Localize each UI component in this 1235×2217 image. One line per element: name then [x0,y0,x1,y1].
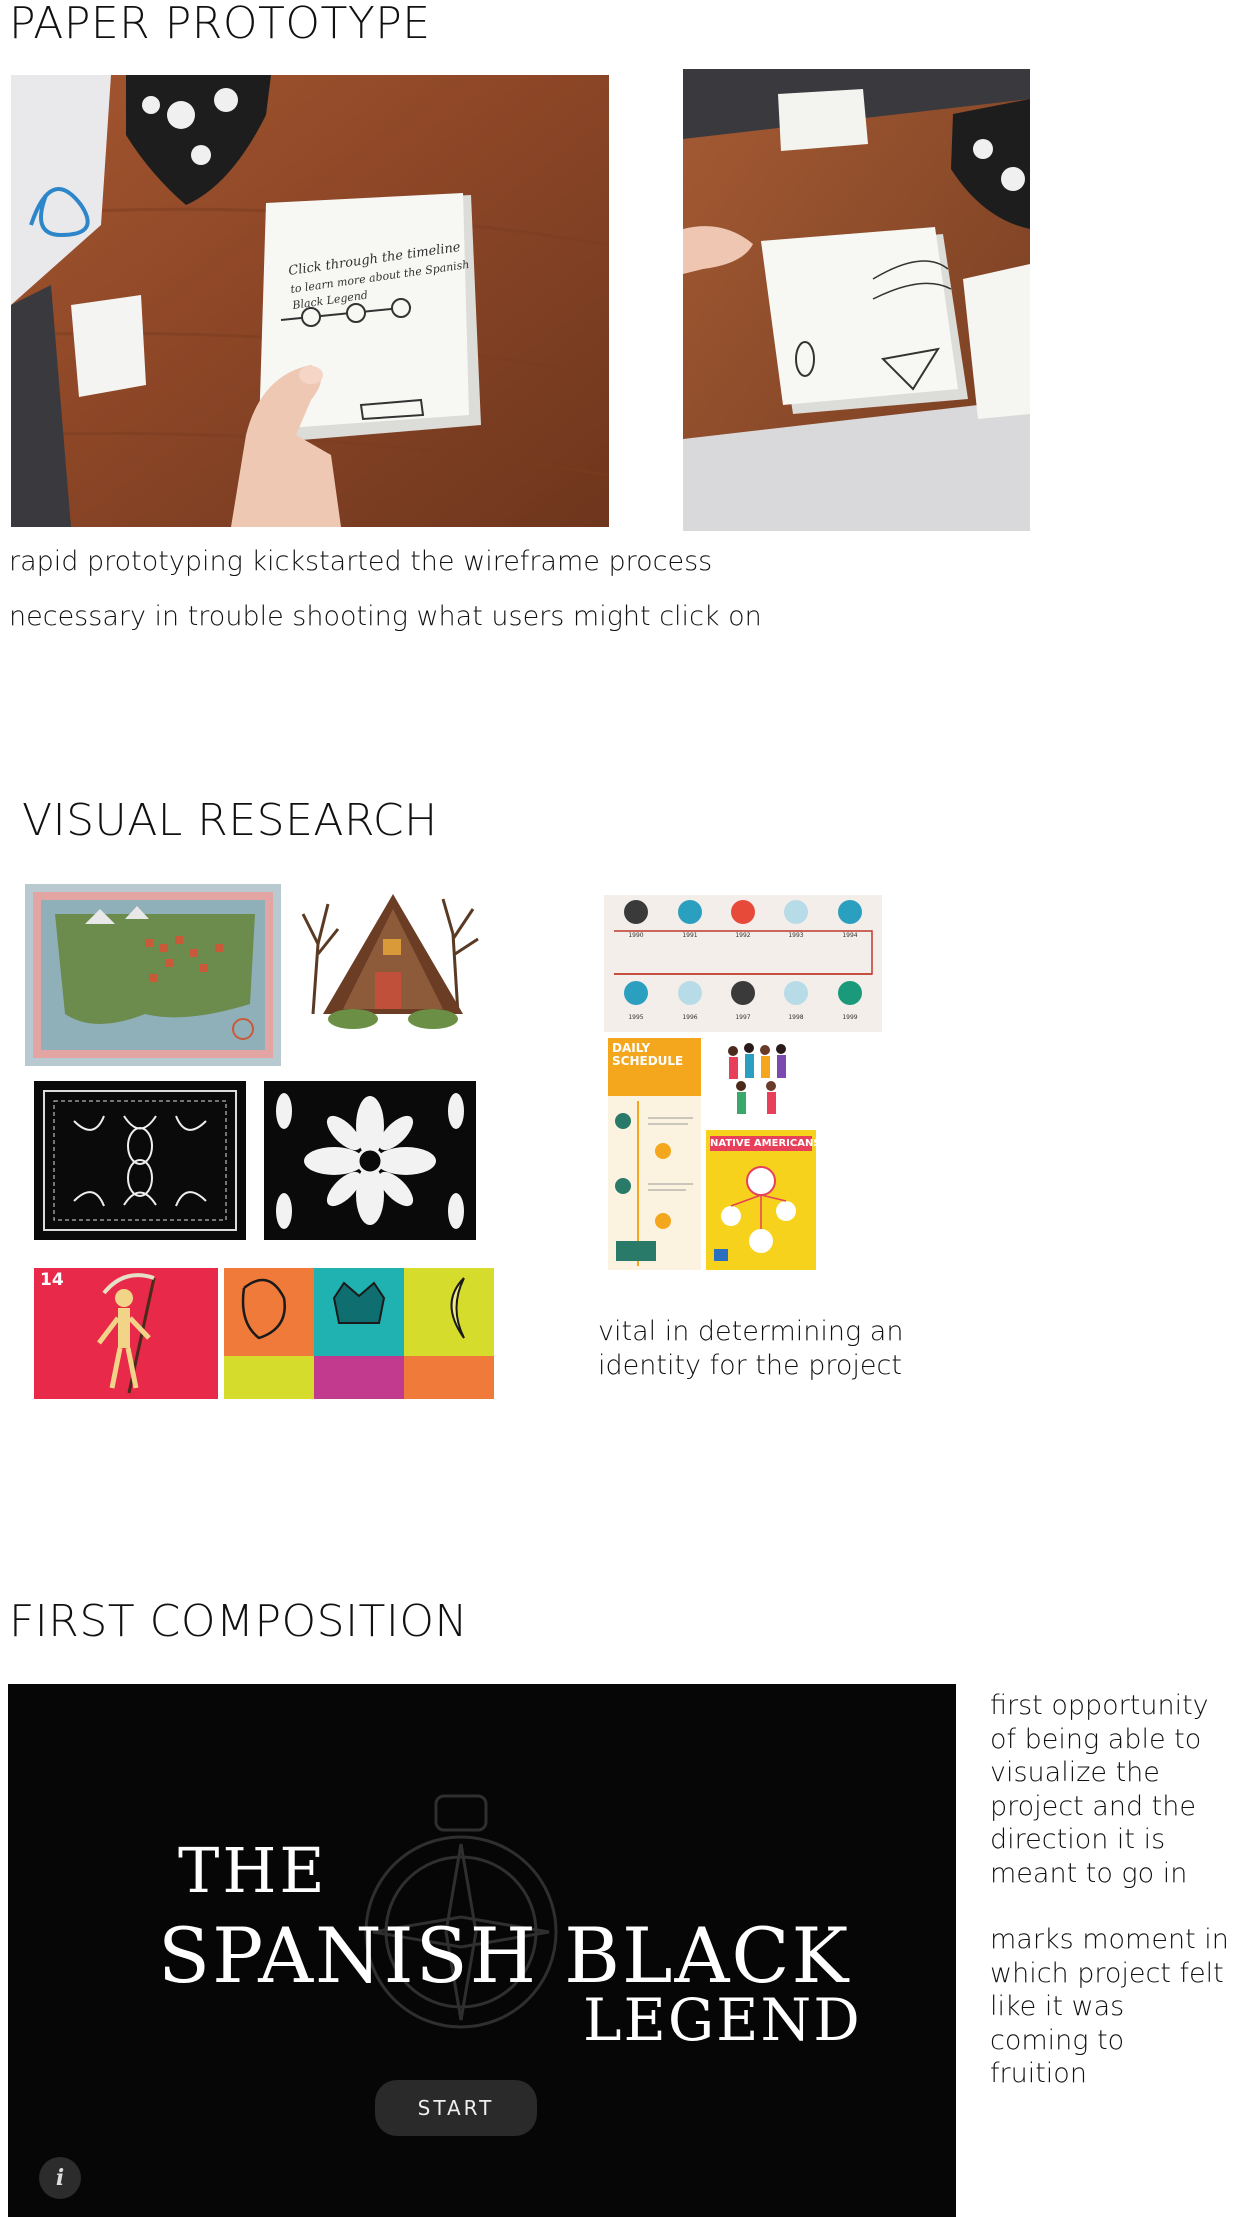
note-2-line: like it was [990,1991,1125,2022]
game-title-art: THE SPANISH BLACK LEGEND [158,1834,862,2054]
note-1-line: of being able to [990,1723,1202,1755]
paper-prototype-photo-2 [683,69,1030,531]
illustrated-map-image [25,884,281,1066]
timeline-year: 1992 [735,932,750,939]
tarot-skeleton-image: 14 [34,1268,218,1399]
timeline-year: 1990 [628,932,643,939]
visual-research-caption-line-1: vital in determining an [598,1316,904,1347]
daily-schedule-infographic-image: DAILY SCHEDULE [608,1038,701,1270]
timeline-year: 1999 [842,1014,857,1021]
title-the: THE [178,1834,328,1907]
people-illustration-image [721,1036,793,1124]
timeline-year: 1998 [788,1014,803,1021]
timeline-year: 1996 [682,1014,697,1021]
title-legend: LEGEND [583,1986,862,2054]
note-1-line: meant to go in [990,1857,1188,1889]
section-title-visual-research: VISUAL RESEARCH [22,795,438,846]
section-title-paper-prototype: PAPER PROTOTYPE [9,0,431,49]
paper-prototype-caption-2: necessary in trouble shooting what users… [9,601,762,632]
tarot-number: 14 [40,1270,64,1290]
note-1-line: project and the [990,1790,1196,1822]
info-button[interactable]: i [39,2157,81,2199]
note-2-line: marks moment in [990,1924,1229,1955]
paper-prototype-caption-1: rapid prototyping kickstarted the wirefr… [9,546,713,577]
visual-research-caption-line-2: identity for the project [598,1350,902,1381]
timeline-year: 1993 [788,932,803,939]
note-1-line: direction it is [990,1824,1166,1855]
note-2-line: fruition [990,2058,1087,2089]
note-1-line: visualize the [990,1757,1160,1788]
visual-research-caption: vital in determining an identity for the… [598,1315,903,1383]
timeline-year: 1994 [842,932,857,939]
timeline-infographic-image: 1990 1991 1992 1993 1994 1995 1996 1997 … [604,895,882,1032]
section-title-first-composition: FIRST COMPOSITION [9,1596,468,1647]
first-composition-notes: first opportunity of being able to visua… [990,1689,1229,2091]
native-americans-infographic-image: NATIVE AMERICANS [706,1130,816,1270]
papel-picado-black-2-image [264,1081,476,1240]
papel-picado-black-1-image [34,1081,246,1240]
timeline-year: 1997 [735,1014,750,1021]
loteria-grid-image [224,1268,494,1399]
timeline-year: 1991 [682,932,697,939]
note-2-line: which project felt [990,1957,1224,1989]
paper-prototype-photo-1: Click through the timeline to learn more… [11,75,609,527]
note-2-line: coming to [990,2024,1125,2056]
native-americans-title: NATIVE AMERICANS [710,1136,816,1151]
start-button[interactable]: START [375,2080,537,2136]
timeline-year: 1995 [628,1014,643,1021]
note-1-line: first opportunity [990,1690,1209,1721]
daily-schedule-title: DAILY SCHEDULE [612,1041,684,1069]
first-composition-mockup: THE SPANISH BLACK LEGEND START i [8,1684,956,2217]
cabin-illustration-image [293,884,493,1039]
